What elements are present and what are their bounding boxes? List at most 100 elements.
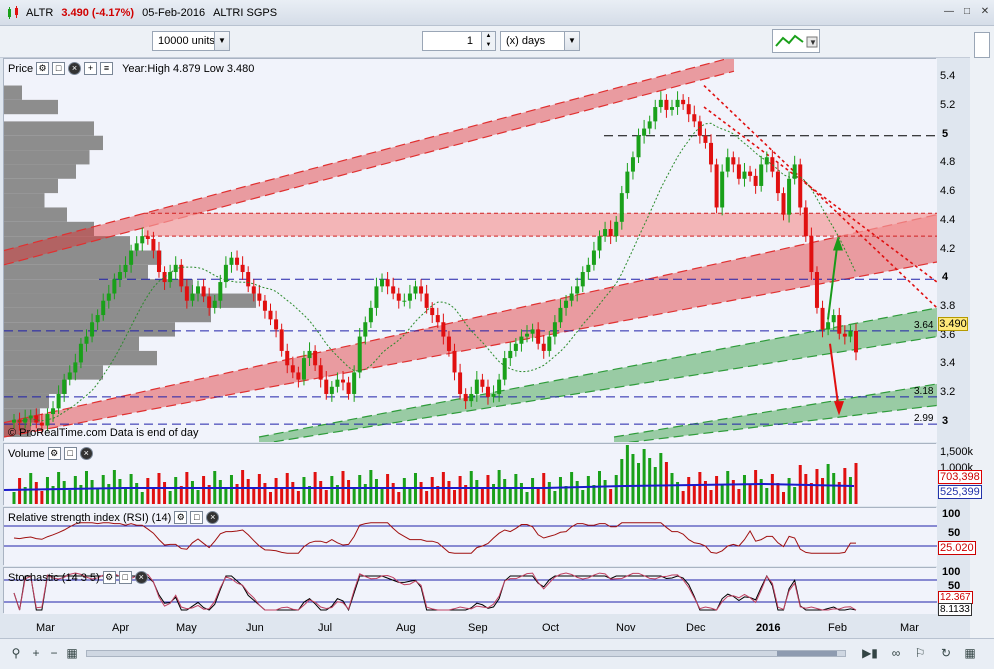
candle-body <box>820 307 825 330</box>
volume-bar <box>190 481 194 504</box>
candle-body <box>184 286 189 301</box>
volume-profile-bar <box>4 193 45 208</box>
period-spinner[interactable]: 1 ▲ ▼ <box>422 31 496 51</box>
zoom-in-icon[interactable]: + <box>28 645 44 661</box>
candle-body <box>731 157 736 165</box>
candle-body <box>246 272 251 287</box>
candle-body <box>619 193 624 222</box>
close-icon[interactable]: × <box>206 511 220 524</box>
maximize-button[interactable]: □ <box>960 6 974 20</box>
candle-body <box>848 330 853 337</box>
chevron-down-icon[interactable]: ▼ <box>564 32 579 50</box>
volume-chart <box>4 444 937 506</box>
spinner-arrows-icon[interactable]: ▲ ▼ <box>481 32 495 50</box>
wrench-icon[interactable]: ⚙ <box>102 571 116 584</box>
candle-body <box>285 350 290 366</box>
volume-profile-bar <box>4 393 49 409</box>
candle-body <box>56 393 61 409</box>
window-icon[interactable]: □ <box>63 447 77 460</box>
candle-body <box>809 236 814 273</box>
chart-type-button[interactable]: ▼ <box>772 29 820 53</box>
candle-body <box>842 333 847 337</box>
wrench-icon[interactable]: ⚙ <box>36 62 50 75</box>
candle-body <box>714 164 719 208</box>
volume-bar <box>742 475 746 504</box>
settings-icon[interactable]: ≡ <box>100 62 114 75</box>
volume-bar <box>670 473 674 504</box>
rsi-panel[interactable]: Relative strength index (RSI) (14) ⚙ □ × <box>3 507 937 566</box>
candle-body <box>664 99 669 110</box>
wrench-icon[interactable]: ⚙ <box>47 447 61 460</box>
candle-body <box>268 310 273 320</box>
svg-text:▼: ▼ <box>809 38 817 47</box>
period-unit-select[interactable]: (x) days ▼ <box>500 31 580 51</box>
volume-bar <box>229 475 233 504</box>
price-tick-label: 4.4 <box>940 213 956 226</box>
volume-bar <box>475 480 479 504</box>
candle-body <box>558 307 563 323</box>
volume-tick-1500k: 1,500k <box>940 446 974 458</box>
zoom-out-icon[interactable]: − <box>46 645 62 661</box>
candle-body <box>831 315 836 323</box>
volume-bar <box>770 474 774 504</box>
volume-bar <box>508 488 512 504</box>
candle-body <box>212 300 217 308</box>
volume-bar <box>196 490 200 504</box>
scrollbar-thumb[interactable] <box>777 651 837 656</box>
minimize-button[interactable]: — <box>942 6 956 20</box>
period-value: 1 <box>466 35 473 47</box>
volume-bar <box>296 491 300 504</box>
pin-icon[interactable]: ⚐ <box>912 645 928 661</box>
candle-body <box>435 315 440 323</box>
link-icon[interactable]: ∞ <box>888 645 904 661</box>
window-icon[interactable]: □ <box>190 511 204 524</box>
drawing-tools-button[interactable] <box>974 32 990 58</box>
volume-bar <box>12 492 16 504</box>
step-forward-icon[interactable]: ▶▮ <box>862 645 878 661</box>
close-icon[interactable]: × <box>68 62 82 75</box>
grid-layout-icon[interactable]: ▦ <box>962 645 978 661</box>
volume-bar <box>90 480 94 504</box>
volume-bar <box>698 472 702 504</box>
wrench-icon[interactable]: ⚙ <box>174 511 188 524</box>
candlestick-app-icon <box>8 5 18 19</box>
units-select[interactable]: 10000 units ▼ <box>152 31 230 51</box>
time-scrollbar[interactable] <box>86 650 846 657</box>
candle-body <box>196 286 201 294</box>
window-icon[interactable]: □ <box>118 571 132 584</box>
candle-body <box>380 279 385 287</box>
volume-bar <box>720 485 724 504</box>
close-icon[interactable]: × <box>79 447 93 460</box>
volume-bar <box>330 476 334 504</box>
candle-body <box>207 296 212 308</box>
volume-bar <box>854 463 858 504</box>
candle-body <box>569 293 574 301</box>
candle-body <box>279 329 284 351</box>
rsi-value: 25.020 <box>938 541 976 555</box>
window-icon[interactable]: □ <box>52 62 66 75</box>
close-icon[interactable]: × <box>134 571 148 584</box>
close-button[interactable]: ✕ <box>978 6 992 20</box>
candle-body <box>313 350 318 366</box>
volume-panel[interactable]: Volume ⚙ □ × <box>3 443 937 506</box>
volume-profile-bar <box>4 178 58 194</box>
volume-bar <box>347 480 351 504</box>
candle-body <box>190 293 195 301</box>
candle-body <box>781 193 786 215</box>
volume-bar <box>759 479 763 504</box>
candle-body <box>614 221 619 237</box>
volume-bar <box>241 470 245 504</box>
stochastic-panel[interactable]: Stochastic (14 3 5) ⚙ □ × <box>3 567 937 614</box>
add-icon[interactable]: + <box>84 62 98 75</box>
candle-body <box>413 286 418 294</box>
candle-body <box>469 393 474 402</box>
sync-icon[interactable]: ↻ <box>938 645 954 661</box>
magnifier-icon[interactable]: ⚲ <box>8 645 24 661</box>
volume-profile-bar <box>4 379 67 394</box>
volume-panel-label: Volume <box>8 447 45 460</box>
price-panel[interactable]: Price ⚙ □ × + ≡ Year:High 4.879 Low 3.48… <box>3 58 937 442</box>
volume-bar <box>553 491 557 504</box>
volume-bar <box>832 473 836 504</box>
grid-icon[interactable]: ▦ <box>64 645 80 661</box>
chevron-down-icon[interactable]: ▼ <box>214 32 229 50</box>
